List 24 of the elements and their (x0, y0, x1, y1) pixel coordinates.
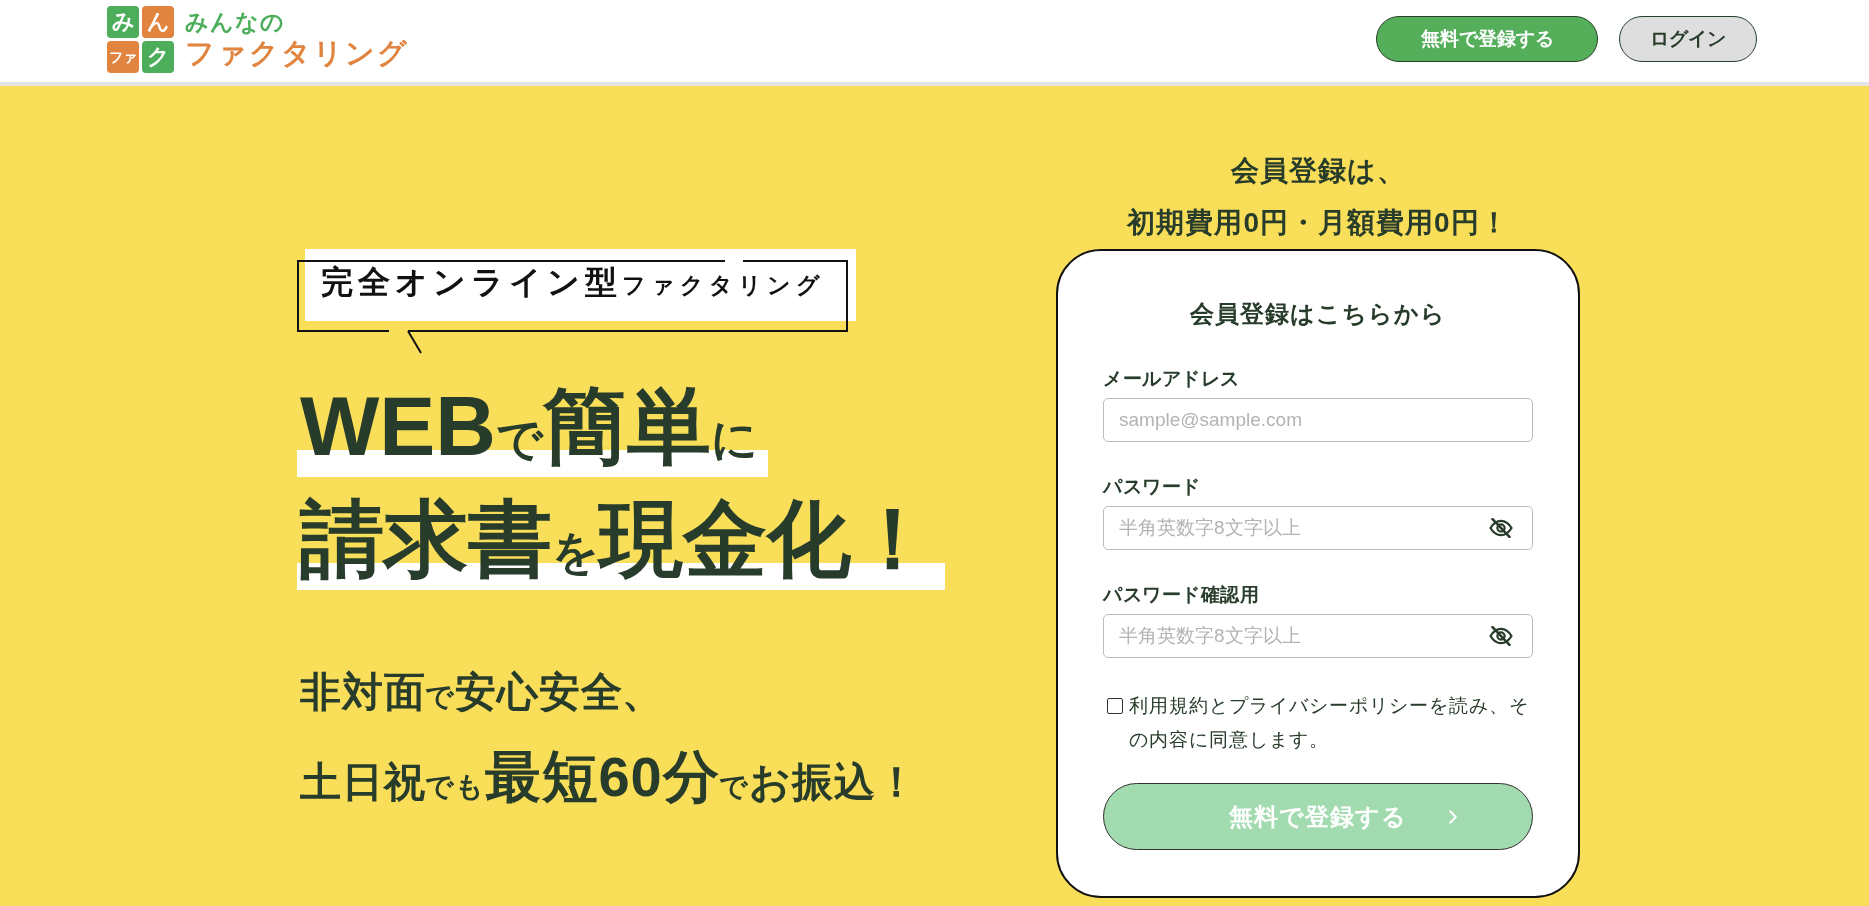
logo-tile: み (107, 5, 139, 38)
form-title: 会員登録はこちらから (1189, 299, 1447, 329)
password-field[interactable]: 半角英数字8文字以上 (1103, 614, 1533, 658)
logo-tile: ク (142, 40, 174, 73)
logo-text: みんなの (185, 8, 286, 36)
signup-intro-text: 初期費用0円・月額費用0円！ (1125, 206, 1510, 240)
password-field[interactable]: 半角英数字8文字以上 (1103, 506, 1533, 550)
field-label: パスワード確認用 (1103, 583, 1259, 607)
logo-text: ファクタリング (185, 35, 409, 70)
agreement-checkbox[interactable] (1107, 698, 1123, 714)
login-button[interactable]: ログイン (1619, 16, 1757, 62)
subtitle-line: 非対面で安心安全、 (299, 668, 665, 717)
chevron-right-icon (1449, 810, 1457, 824)
tagline-text: 完全オンライン型 ファクタリング (321, 263, 825, 302)
signup-intro-text: 会員登録は、 (1229, 154, 1407, 188)
eye-slash-icon[interactable] (1489, 626, 1513, 646)
email-field[interactable]: sample@sample.com (1103, 398, 1533, 442)
field-label: メールアドレス (1103, 367, 1240, 391)
logo-tile: ん (142, 5, 174, 38)
logo-tile: ファ (107, 40, 139, 73)
field-label: パスワード (1103, 475, 1201, 499)
agreement-text[interactable]: 利用規約とプライバシーポリシーを読み、その内容に同意します。 (1129, 689, 1533, 757)
subtitle-line: 土日祝でも 最短60分でお振込！ (299, 745, 918, 809)
eye-slash-icon[interactable] (1489, 518, 1513, 538)
